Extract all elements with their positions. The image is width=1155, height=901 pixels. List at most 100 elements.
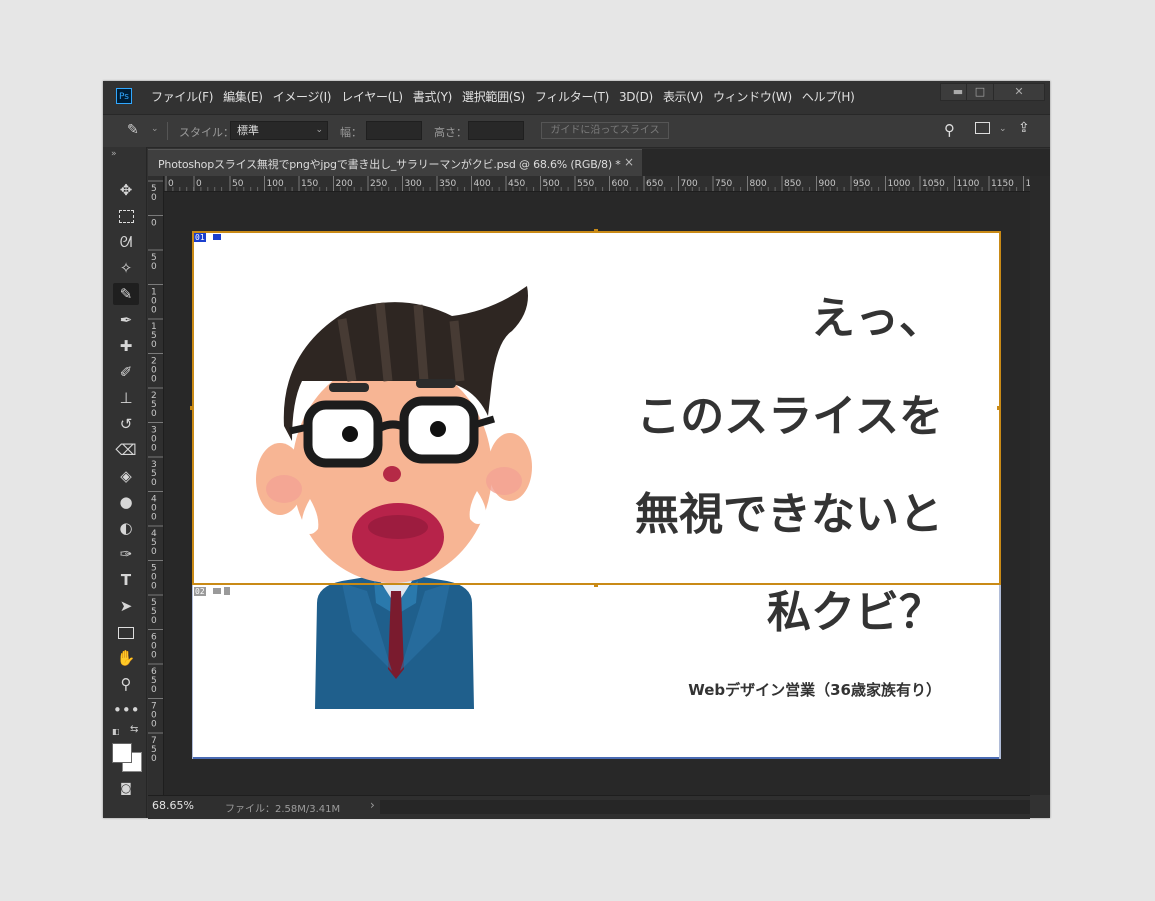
tab-strip: [642, 149, 1050, 176]
slice-tool-icon[interactable]: ✎: [113, 283, 139, 305]
width-input[interactable]: [366, 121, 422, 140]
history-brush-tool-icon[interactable]: ↺: [113, 413, 139, 435]
ruler-label: 550: [577, 179, 594, 189]
share-icon[interactable]: ⇪: [1018, 120, 1030, 136]
caption-text: Webデザイン営業（36歳家族有り）: [688, 681, 941, 699]
dodge-tool-icon[interactable]: ◐: [113, 517, 139, 539]
path-selection-tool-icon[interactable]: ➤: [113, 595, 139, 617]
ruler-label: 700: [681, 179, 698, 189]
slices-from-guides-button[interactable]: ガイドに沿ってスライス: [541, 122, 669, 139]
workspace-icon[interactable]: [975, 122, 990, 134]
menu-file[interactable]: ファイル(F): [151, 88, 213, 105]
ruler-label: 300: [405, 179, 422, 189]
height-label: 高さ：: [434, 126, 467, 139]
ruler-label: 0: [196, 179, 202, 189]
ruler-label: 100: [267, 179, 284, 189]
ruler-label: 900: [819, 179, 836, 189]
slice-02-border: [192, 585, 193, 759]
horizontal-scrollbar[interactable]: [380, 800, 1030, 814]
horizontal-ruler[interactable]: 0 0 50 100 150 200 250 300 350 400 450 500 550 600 650…: [162, 176, 1030, 192]
style-select-value: 標準: [237, 124, 259, 137]
ruler-label: 0: [151, 306, 157, 316]
type-tool-icon[interactable]: T: [113, 569, 139, 591]
ruler-label: 0: [151, 444, 157, 454]
chevron-down-icon[interactable]: ⌄: [151, 124, 159, 134]
pen-tool-icon[interactable]: ✑: [113, 543, 139, 565]
ruler-label: 250: [370, 179, 387, 189]
style-select[interactable]: 標準 ⌄: [230, 121, 328, 140]
headline-line-4: 私クビ？: [767, 587, 943, 638]
slice-handle[interactable]: [997, 406, 1001, 410]
ruler-label: 0: [168, 179, 174, 189]
ruler-label: 0: [151, 375, 157, 385]
menu-window[interactable]: ウィンドウ(W): [713, 88, 792, 105]
vertical-ruler[interactable]: 5005010015020025030035040045050055060065…: [148, 176, 164, 795]
healing-brush-tool-icon[interactable]: ✚: [113, 335, 139, 357]
ruler-label: 0: [151, 262, 157, 272]
menu-help[interactable]: ヘルプ(H): [802, 88, 855, 105]
menu-edit[interactable]: 編集(E): [223, 88, 263, 105]
swap-colors-icon[interactable]: ⇆: [130, 724, 138, 735]
slice-02-border: [192, 757, 1001, 759]
slice-handle[interactable]: [594, 229, 598, 233]
eraser-tool-icon[interactable]: ⌫: [113, 439, 139, 461]
image-slice-icon: [212, 587, 222, 595]
move-tool-icon[interactable]: ✥: [113, 179, 139, 201]
slice-02-border: [999, 585, 1001, 759]
lasso-tool-icon[interactable]: ᘛ: [113, 231, 139, 253]
menu-image[interactable]: イメージ(I): [273, 88, 332, 105]
chevron-right-icon[interactable]: ›: [370, 798, 375, 812]
blur-tool-icon[interactable]: ●: [113, 491, 139, 513]
ruler-label: 0: [151, 547, 157, 557]
quick-mask-icon[interactable]: ◙: [113, 777, 139, 799]
default-colors-icon[interactable]: ◧: [112, 727, 120, 736]
menu-layer[interactable]: レイヤー(L): [341, 88, 403, 105]
slice-handle[interactable]: [190, 406, 194, 410]
menu-type[interactable]: 書式(Y): [413, 88, 453, 105]
more-tools-icon[interactable]: •••: [113, 699, 140, 721]
foreground-color-swatch[interactable]: [112, 743, 132, 763]
ruler-label: 1000: [888, 179, 911, 189]
stamp-tool-icon[interactable]: ⊥: [113, 387, 139, 409]
search-icon[interactable]: ⚲: [944, 121, 955, 139]
collapse-panel-icon[interactable]: »: [111, 149, 117, 159]
ruler-label: 0: [151, 193, 157, 203]
ruler-label: 0: [151, 582, 157, 592]
ruler-label: 200: [336, 179, 353, 189]
menu-select[interactable]: 選択範囲(S): [462, 88, 525, 105]
brush-tool-icon[interactable]: ✐: [113, 361, 139, 383]
eyedropper-tool-icon[interactable]: ✒: [113, 309, 139, 331]
ruler-label: 150: [301, 179, 318, 189]
close-icon[interactable]: ×: [624, 155, 634, 169]
image-slice-icon: [212, 233, 222, 241]
paint-bucket-tool-icon[interactable]: ◈: [113, 465, 139, 487]
slice-tool-preset-icon[interactable]: ✎: [127, 122, 139, 138]
ruler-label: 0: [151, 685, 157, 695]
ruler-label: 0: [151, 409, 157, 419]
menu-3d[interactable]: 3D(D): [619, 90, 653, 104]
magic-wand-tool-icon[interactable]: ✧: [113, 257, 139, 279]
photoshop-logo-icon: Ps: [116, 88, 132, 104]
document-tab[interactable]: Photoshopスライス無視でpngやjpgで書き出し_サラリーマンがクビ.p…: [148, 149, 642, 176]
ruler-label: 750: [715, 179, 732, 189]
ruler-label: 1150: [991, 179, 1014, 189]
close-window-button[interactable]: ✕: [993, 83, 1045, 101]
ruler-label: 650: [646, 179, 663, 189]
zoom-level[interactable]: 68.65%: [152, 799, 194, 812]
marquee-tool-icon[interactable]: [113, 205, 139, 227]
menu-view[interactable]: 表示(V): [663, 88, 703, 105]
slice-handle[interactable]: [594, 583, 598, 587]
rectangle-tool-icon[interactable]: [113, 621, 139, 643]
height-input[interactable]: [468, 121, 524, 140]
menu-bar: Ps ファイル(F) 編集(E) イメージ(I) レイヤー(L) 書式(Y) 選…: [103, 81, 1050, 112]
maximize-button[interactable]: □: [966, 83, 994, 101]
menu-filter[interactable]: フィルター(T): [535, 88, 609, 105]
hand-tool-icon[interactable]: ✋: [113, 647, 139, 669]
document-tab-title: Photoshopスライス無視でpngやjpgで書き出し_サラリーマンがクビ.p…: [158, 158, 621, 171]
vertical-scrollbar[interactable]: [1030, 176, 1050, 795]
ruler-label: 350: [439, 179, 456, 189]
chevron-down-icon[interactable]: ⌄: [999, 124, 1007, 134]
zoom-tool-icon[interactable]: ⚲: [113, 673, 139, 695]
style-label: スタイル：: [179, 126, 234, 139]
user-slice-01[interactable]: [192, 231, 1001, 585]
